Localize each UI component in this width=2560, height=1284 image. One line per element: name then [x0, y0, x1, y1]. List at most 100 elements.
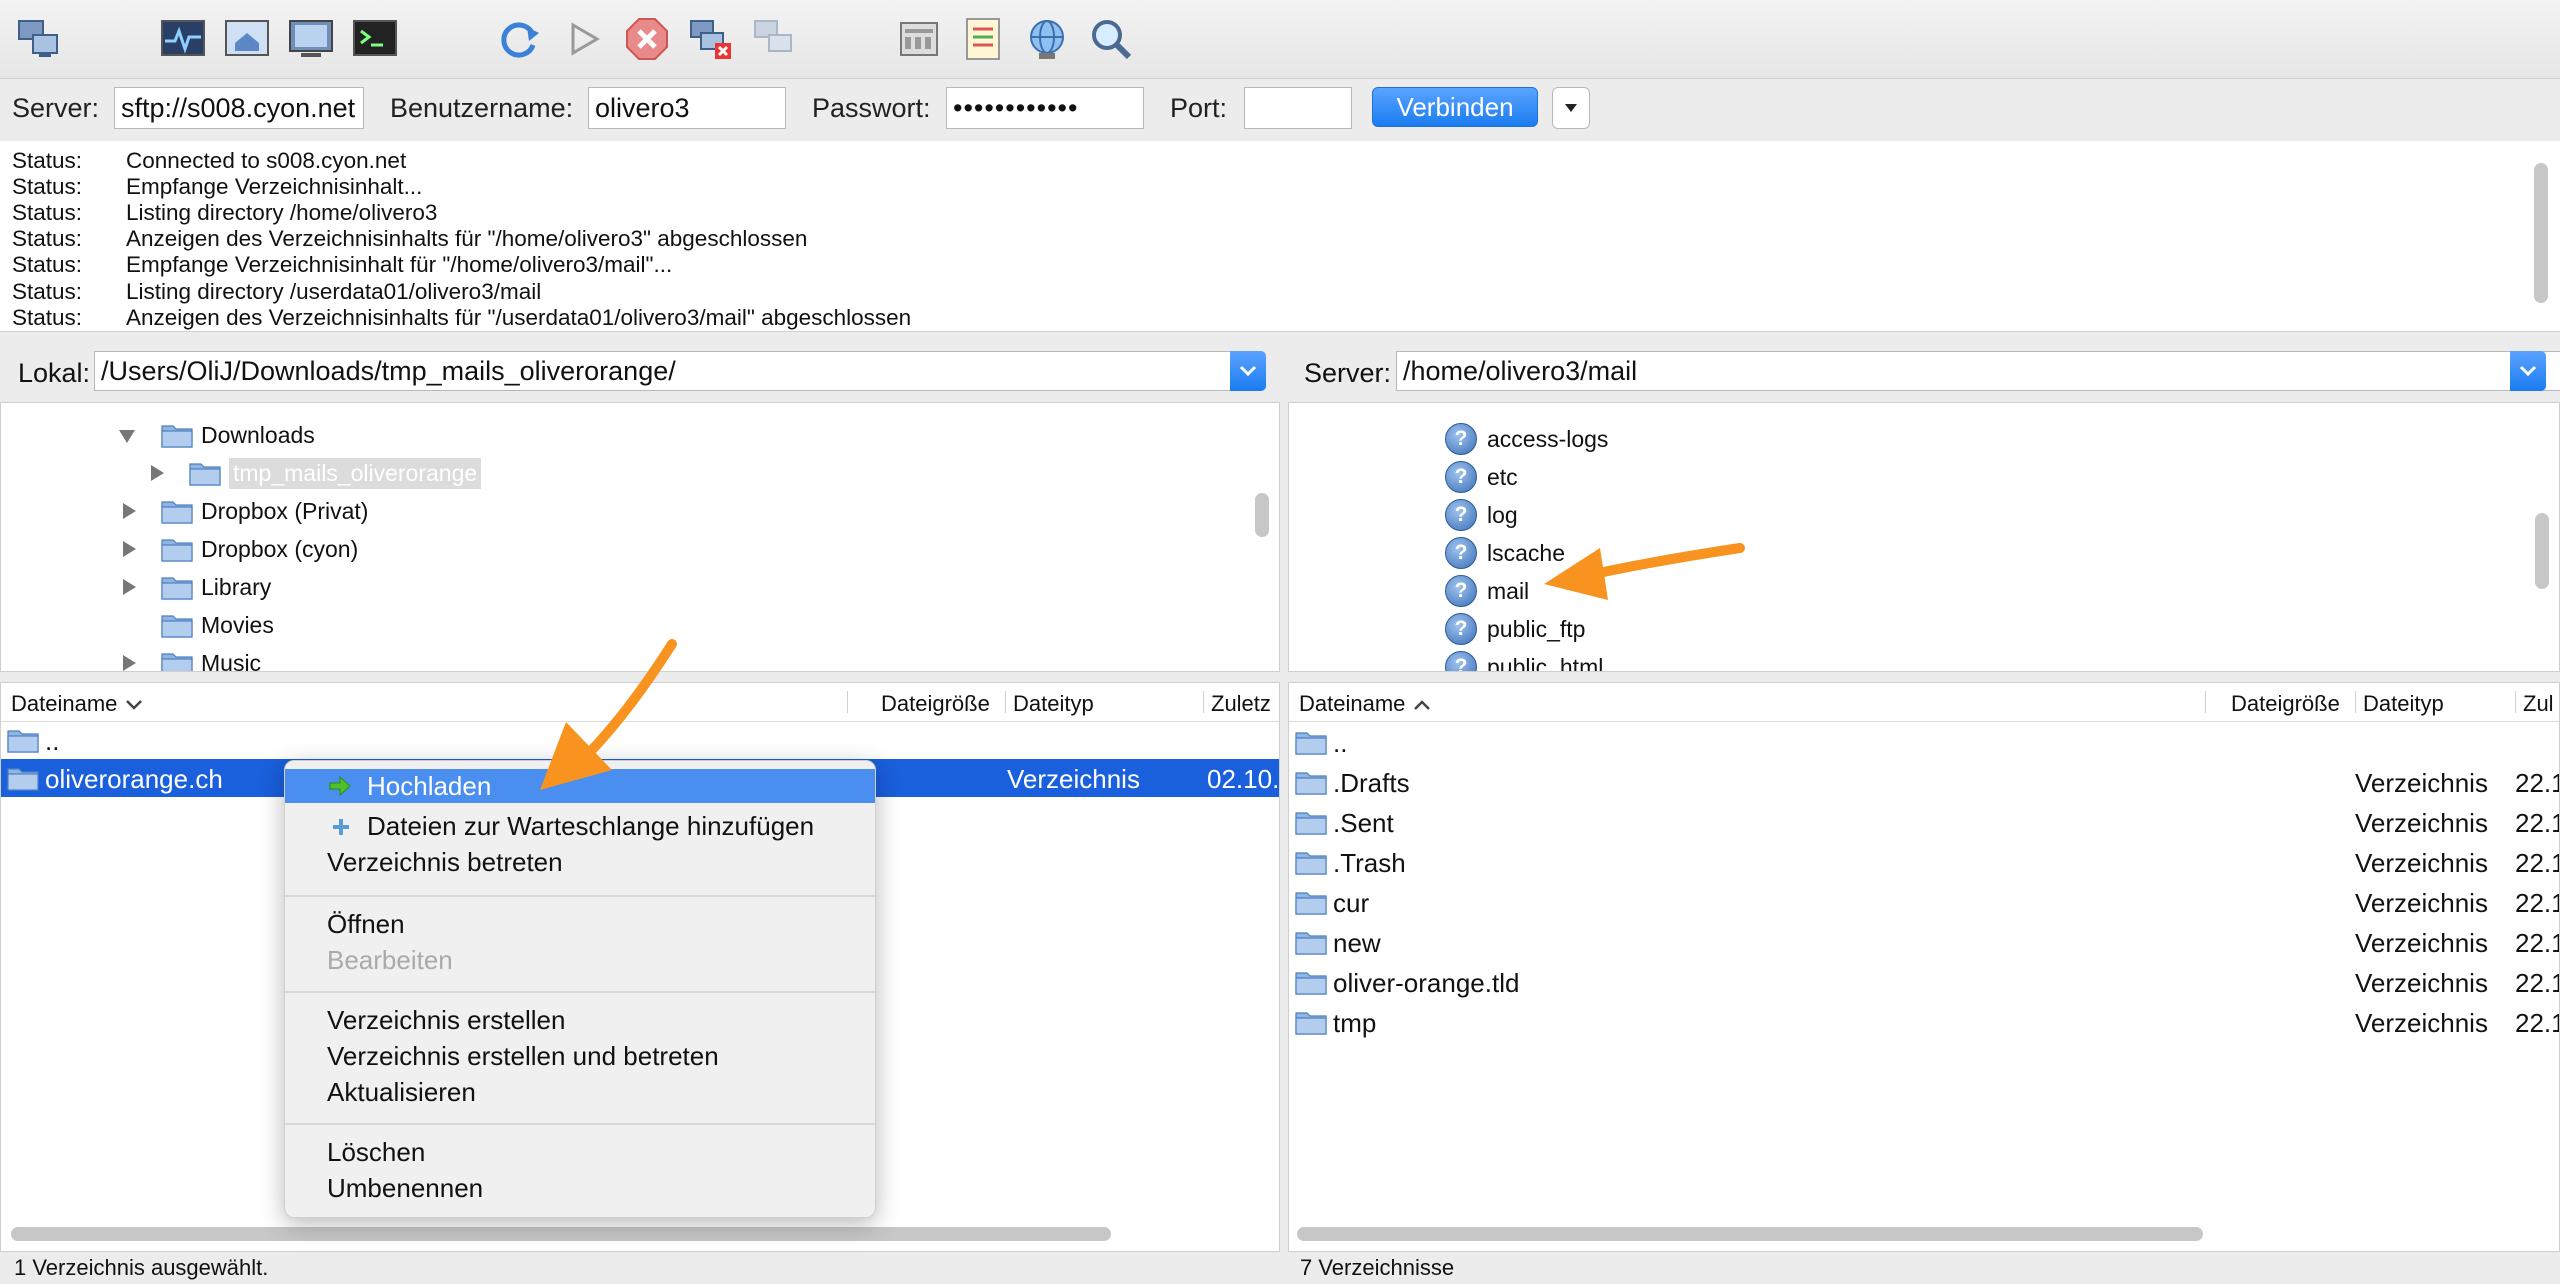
connect-button[interactable]: Verbinden — [1372, 87, 1538, 127]
local-tree-item[interactable]: Dropbox (cyon) — [161, 531, 358, 567]
folder-icon — [1295, 889, 1327, 915]
disconnect-icon[interactable] — [684, 12, 738, 66]
file-row[interactable]: cur Verzeichnis 22.1 — [1289, 883, 2559, 921]
file-row[interactable]: .. — [1, 721, 1279, 759]
log-status-key: Status: — [12, 148, 83, 173]
local-tree-item[interactable]: Downloads — [161, 417, 315, 453]
file-modified: 22.1 — [2515, 968, 2559, 998]
remote-tree-item[interactable]: ? public_html — [1445, 649, 1603, 671]
upload-arrow-icon — [329, 776, 351, 796]
local-tree-item[interactable]: Movies — [161, 607, 274, 643]
port-input[interactable] — [1244, 87, 1352, 129]
remote-tree-scrollbar[interactable] — [2535, 513, 2549, 589]
file-modified: 22.1 — [2515, 848, 2559, 878]
menu-item-enter-directory[interactable]: Verzeichnis betreten — [285, 845, 875, 879]
folder-icon — [1295, 769, 1327, 795]
remote-tree-item[interactable]: ? log — [1445, 497, 1518, 533]
menu-item-open[interactable]: Öffnen — [285, 907, 875, 941]
username-input[interactable] — [588, 87, 786, 129]
local-path-input[interactable]: /Users/OliJ/Downloads/tmp_mails_oliveror… — [94, 351, 1232, 391]
file-row[interactable]: .Sent Verzeichnis 22.1 — [1289, 803, 2559, 841]
file-type: Verzeichnis — [2355, 768, 2488, 798]
remote-tree-item[interactable]: ? public_ftp — [1445, 611, 1585, 647]
tree-item-label: Downloads — [201, 421, 315, 448]
remote-tree-item[interactable]: ? access-logs — [1445, 421, 1608, 457]
column-header-size[interactable]: Dateigröße — [2231, 691, 2340, 717]
tree-item-label: Library — [201, 573, 272, 600]
remote-file-list: Dateiname Dateigröße Dateityp Zul .. .Dra… — [1288, 682, 2560, 1252]
connect-history-dropdown[interactable] — [1552, 87, 1590, 129]
column-header-name[interactable]: Dateiname — [11, 691, 144, 717]
column-header-modified[interactable]: Zuletz — [1211, 691, 1271, 717]
column-header-type[interactable]: Dateityp — [2363, 691, 2444, 717]
menu-item-create-directory[interactable]: Verzeichnis erstellen — [285, 1003, 875, 1037]
file-row[interactable]: tmp Verzeichnis 22.1 — [1289, 1003, 2559, 1041]
file-type: Verzeichnis — [2355, 888, 2488, 918]
server-input[interactable] — [114, 87, 364, 129]
remote-path-bar: Server: /home/olivero3/mail — [1288, 340, 2560, 402]
column-header-size[interactable]: Dateigröße — [881, 691, 990, 717]
unknown-folder-icon: ? — [1445, 461, 1477, 493]
remote-list-hscrollbar[interactable] — [1297, 1227, 2203, 1241]
column-header-name[interactable]: Dateiname — [1299, 691, 1432, 717]
remote-path-input[interactable]: /home/olivero3/mail — [1396, 351, 2560, 391]
menu-item-upload[interactable]: Hochladen — [285, 769, 875, 803]
menu-item-edit: Bearbeiten — [327, 945, 453, 975]
log-message: Listing directory /home/olivero3 — [126, 200, 438, 226]
menu-item-refresh[interactable]: Aktualisieren — [285, 1075, 875, 1109]
search-icon[interactable] — [1084, 12, 1138, 66]
remote-tree-icon[interactable] — [284, 12, 338, 66]
local-tree-item[interactable]: Dropbox (Privat) — [161, 493, 368, 529]
menu-item-add-to-queue[interactable]: Dateien zur Warteschlange hinzufügen — [285, 809, 875, 843]
site-manager-icon[interactable] — [12, 12, 66, 66]
file-row[interactable]: new Verzeichnis 22.1 — [1289, 923, 2559, 961]
file-name: oliverorange.ch — [45, 764, 223, 794]
sync-browse-icon[interactable] — [1020, 12, 1074, 66]
collapse-triangle-icon[interactable] — [119, 430, 135, 443]
file-row[interactable]: .. — [1289, 723, 2559, 761]
file-row[interactable]: oliver-orange.tld Verzeichnis 22.1 — [1289, 963, 2559, 1001]
remote-tree-item[interactable]: ? lscache — [1445, 535, 1565, 571]
log-scrollbar[interactable] — [2534, 163, 2548, 303]
menu-item-rename[interactable]: Umbenennen — [285, 1171, 875, 1205]
expand-triangle-icon[interactable] — [123, 541, 136, 557]
folder-icon — [7, 727, 39, 753]
expand-triangle-icon[interactable] — [123, 503, 136, 519]
local-list-hscrollbar[interactable] — [11, 1227, 1111, 1241]
password-input[interactable] — [946, 87, 1144, 129]
reconnect-icon[interactable] — [748, 12, 802, 66]
column-header-type[interactable]: Dateityp — [1013, 691, 1094, 717]
local-path-dropdown[interactable] — [1230, 351, 1266, 391]
menu-item-delete[interactable]: Löschen — [285, 1135, 875, 1169]
local-tree-scrollbar[interactable] — [1255, 493, 1269, 537]
sort-ascending-icon — [1413, 700, 1430, 710]
refresh-icon[interactable] — [492, 12, 546, 66]
column-header-modified[interactable]: Zul — [2523, 691, 2554, 717]
tree-item-label: Movies — [201, 611, 274, 638]
file-row[interactable]: .Drafts Verzeichnis 22.1 — [1289, 763, 2559, 801]
file-name: .. — [45, 726, 60, 756]
compare-icon[interactable] — [956, 12, 1010, 66]
local-tree-item[interactable]: Music — [161, 645, 261, 671]
remote-label: Server: — [1304, 358, 1392, 388]
file-type: Verzeichnis — [2355, 1008, 2488, 1038]
cancel-icon[interactable] — [620, 12, 674, 66]
remote-tree-item[interactable]: ? mail — [1445, 573, 1529, 609]
remote-path-dropdown[interactable] — [2510, 351, 2546, 391]
tree-item-label: etc — [1487, 463, 1518, 490]
transfer-queue-icon[interactable] — [348, 12, 402, 66]
expand-triangle-icon[interactable] — [151, 465, 164, 481]
process-queue-icon[interactable] — [556, 12, 610, 66]
local-tree-icon[interactable] — [220, 12, 274, 66]
chevron-down-icon — [1565, 104, 1577, 112]
expand-triangle-icon[interactable] — [123, 655, 136, 671]
file-row[interactable]: .Trash Verzeichnis 22.1 — [1289, 843, 2559, 881]
message-log-icon[interactable] — [156, 12, 210, 66]
local-label: Lokal: — [18, 358, 91, 388]
expand-triangle-icon[interactable] — [123, 579, 136, 595]
remote-tree-item[interactable]: ? etc — [1445, 459, 1518, 495]
local-tree-item[interactable]: tmp_mails_oliverorange — [189, 455, 482, 491]
directory-listing-filters-icon[interactable] — [892, 12, 946, 66]
menu-item-create-and-enter-directory[interactable]: Verzeichnis erstellen und betreten — [285, 1039, 875, 1073]
local-tree-item[interactable]: Library — [161, 569, 271, 605]
